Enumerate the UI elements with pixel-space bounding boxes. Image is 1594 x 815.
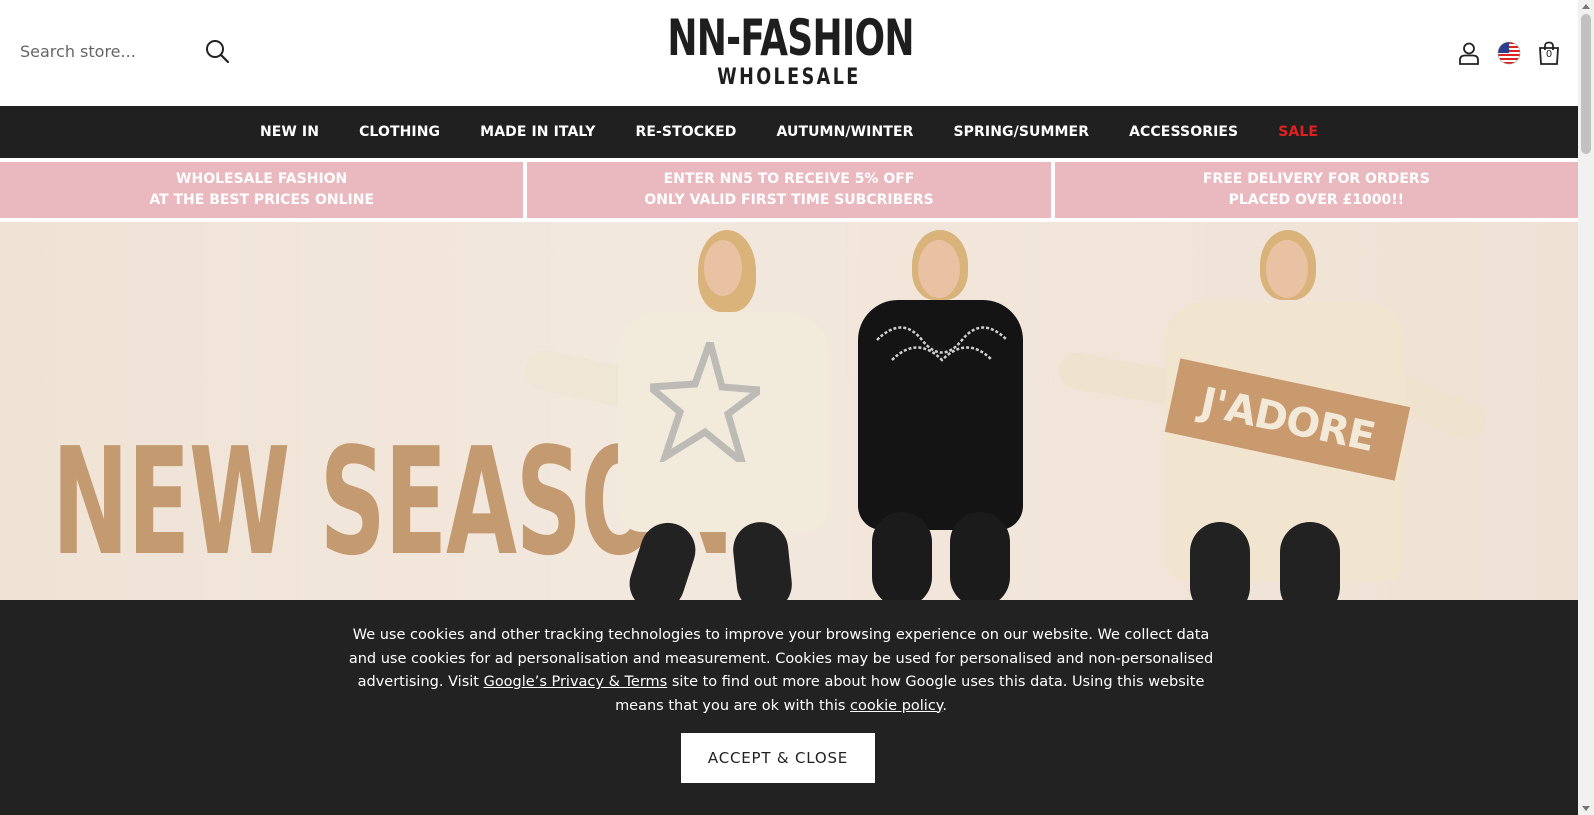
- account-icon[interactable]: [1456, 40, 1482, 66]
- header-icons: 0: [1456, 40, 1562, 66]
- hero-banner[interactable]: NEW SEASON J'ADORE: [0, 222, 1578, 600]
- hero-model-right: J'ADORE: [1050, 222, 1500, 600]
- cookie-message: We use cookies and other tracking techno…: [346, 624, 1216, 718]
- promo-line: ENTER NN5 TO RECEIVE 5% OFF: [663, 171, 915, 187]
- nav-item-spring-summer[interactable]: SPRING/SUMMER: [953, 124, 1089, 140]
- site-header: NN-FASHION WHOLESALE: [0, 0, 1578, 106]
- cookie-text-part: .: [942, 697, 947, 714]
- promo-strip: WHOLESALE FASHION AT THE BEST PRICES ONL…: [0, 162, 1578, 218]
- promo-line: ONLY VALID FIRST TIME SUBCRIBERS: [644, 192, 934, 208]
- embellished-neckline: [876, 326, 1008, 362]
- promo-line: AT THE BEST PRICES ONLINE: [149, 192, 375, 208]
- promo-free-delivery[interactable]: FREE DELIVERY FOR ORDERS PLACED OVER £10…: [1054, 162, 1578, 218]
- promo-wholesale[interactable]: WHOLESALE FASHION AT THE BEST PRICES ONL…: [0, 162, 524, 218]
- search-input[interactable]: [20, 41, 190, 61]
- search-bar: [20, 36, 235, 66]
- logo-sub-text: WHOLESALE: [717, 65, 861, 90]
- search-icon[interactable]: [204, 38, 230, 64]
- cart-count-badge: 0: [1545, 49, 1553, 60]
- promo-discount-code[interactable]: ENTER NN5 TO RECEIVE 5% OFF ONLY VALID F…: [527, 162, 1051, 218]
- us-flag-icon[interactable]: [1496, 40, 1522, 66]
- scroll-thumb[interactable]: [1581, 14, 1591, 154]
- nav-item-made-in-italy[interactable]: MADE IN ITALY: [480, 124, 595, 140]
- accept-close-button[interactable]: ACCEPT & CLOSE: [681, 733, 875, 783]
- main-navigation: NEW IN CLOTHING MADE IN ITALY RE-STOCKED…: [0, 106, 1578, 158]
- nav-item-clothing[interactable]: CLOTHING: [359, 124, 440, 140]
- cookie-consent-banner: We use cookies and other tracking techno…: [0, 600, 1578, 815]
- cookie-policy-link[interactable]: cookie policy: [850, 698, 942, 714]
- nav-item-accessories[interactable]: ACCESSORIES: [1129, 124, 1238, 140]
- hero-model-center: [850, 222, 1030, 600]
- shopping-bag-icon[interactable]: 0: [1536, 40, 1562, 66]
- scroll-up-arrow-icon[interactable]: [1582, 4, 1590, 9]
- nav-item-re-stocked[interactable]: RE-STOCKED: [635, 124, 736, 140]
- nav-item-autumn-winter[interactable]: AUTUMN/WINTER: [776, 124, 913, 140]
- scroll-down-arrow-icon[interactable]: [1582, 806, 1590, 811]
- logo-main-text: NN-FASHION: [667, 9, 914, 67]
- hero-model-left: [520, 222, 828, 600]
- promo-line: WHOLESALE FASHION: [176, 171, 348, 187]
- google-privacy-link[interactable]: Google’s Privacy & Terms: [484, 674, 668, 690]
- page-scrollbar[interactable]: [1578, 0, 1594, 815]
- nav-item-sale[interactable]: SALE: [1278, 124, 1318, 140]
- star-graphic: [650, 342, 760, 462]
- promo-line: PLACED OVER £1000!!: [1228, 192, 1405, 208]
- nav-item-new-in[interactable]: NEW IN: [260, 124, 319, 140]
- site-logo[interactable]: NN-FASHION WHOLESALE: [620, 10, 958, 90]
- promo-line: FREE DELIVERY FOR ORDERS: [1202, 171, 1430, 187]
